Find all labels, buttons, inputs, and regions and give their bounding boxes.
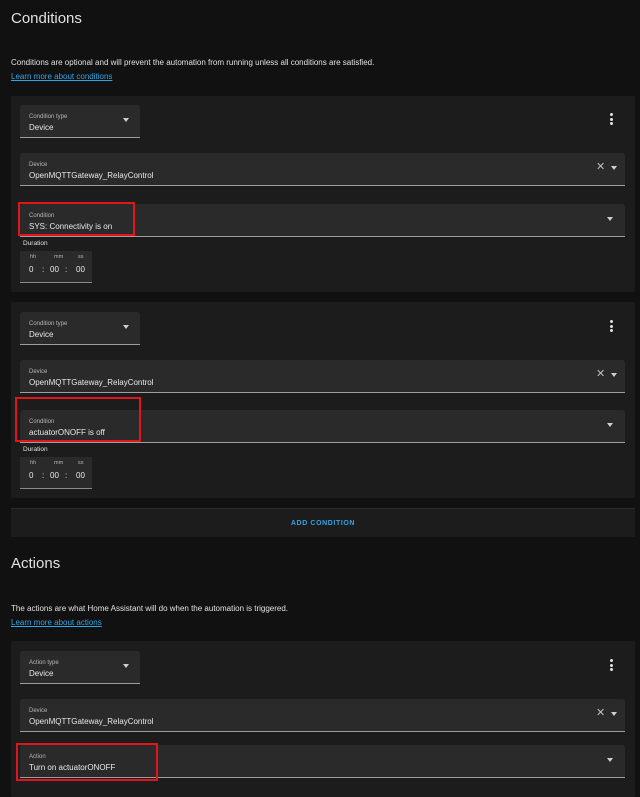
- device-select[interactable]: Device OpenMQTTGateway_RelayControl ✕: [20, 153, 625, 186]
- condition-select[interactable]: Condition actuatorONOFF is off: [20, 410, 625, 443]
- action-value: Turn on actuatorONOFF: [29, 763, 116, 772]
- condition-value: actuatorONOFF is off: [29, 428, 105, 437]
- add-condition-button[interactable]: ADD CONDITION: [11, 520, 635, 527]
- close-icon[interactable]: ✕: [596, 369, 605, 380]
- condition-label: Condition: [29, 213, 55, 219]
- hours-value[interactable]: 0: [29, 265, 33, 274]
- condition-select[interactable]: Condition SYS: Connectivity is on: [20, 204, 625, 237]
- ss-label: ss: [78, 460, 84, 466]
- mm-label: mm: [54, 254, 64, 260]
- minutes-value[interactable]: 00: [50, 471, 59, 480]
- add-condition-bar: ADD CONDITION: [11, 508, 635, 537]
- duration-input[interactable]: hh mm ss 0 : 00 : 00: [20, 457, 92, 489]
- dots-vertical-icon[interactable]: [610, 113, 614, 126]
- chevron-down-icon[interactable]: [611, 712, 617, 716]
- duration-input[interactable]: hh mm ss 0 : 00 : 00: [20, 251, 92, 283]
- time-separator: :: [42, 265, 45, 274]
- chevron-down-icon: [123, 118, 129, 122]
- ss-label: ss: [78, 254, 84, 260]
- close-icon[interactable]: ✕: [596, 708, 605, 719]
- seconds-value[interactable]: 00: [76, 265, 85, 274]
- hh-label: hh: [30, 460, 37, 466]
- dots-vertical-icon[interactable]: [610, 659, 614, 672]
- mm-label: mm: [54, 460, 64, 466]
- action-type-label: Action type: [29, 660, 59, 666]
- time-separator: :: [42, 471, 45, 480]
- condition-card-2: Condition type Device Device OpenMQTTGat…: [11, 302, 635, 498]
- chevron-down-icon: [123, 325, 129, 329]
- condition-type-select[interactable]: Condition type Device: [20, 312, 140, 345]
- actions-title: Actions: [11, 555, 61, 572]
- chevron-down-icon[interactable]: [607, 217, 613, 221]
- device-label: Device: [29, 708, 48, 714]
- conditions-title: Conditions: [11, 10, 82, 27]
- chevron-down-icon[interactable]: [611, 166, 617, 170]
- device-value: OpenMQTTGateway_RelayControl: [29, 717, 154, 726]
- close-icon[interactable]: ✕: [596, 162, 605, 173]
- condition-type-value: Device: [29, 330, 54, 339]
- duration-label: Duration: [23, 240, 48, 247]
- condition-card-1: Condition type Device Device OpenMQTTGat…: [11, 96, 635, 292]
- condition-type-label: Condition type: [29, 321, 68, 327]
- conditions-intro: Conditions are optional and will prevent…: [11, 58, 375, 67]
- condition-value: SYS: Connectivity is on: [29, 222, 113, 231]
- time-separator: :: [65, 471, 68, 480]
- condition-type-select[interactable]: Condition type Device: [20, 105, 140, 138]
- hh-label: hh: [30, 254, 37, 260]
- duration-label: Duration: [23, 446, 48, 453]
- chevron-down-icon: [123, 664, 129, 668]
- action-select[interactable]: Action Turn on actuatorONOFF: [20, 745, 625, 778]
- device-label: Device: [29, 162, 48, 168]
- chevron-down-icon[interactable]: [611, 373, 617, 377]
- action-type-select[interactable]: Action type Device: [20, 651, 140, 684]
- action-card-1: Action type Device Device OpenMQTTGatewa…: [11, 641, 635, 797]
- condition-type-label: Condition type: [29, 114, 68, 120]
- action-type-value: Device: [29, 669, 54, 678]
- learn-more-conditions-link[interactable]: Learn more about conditions: [11, 72, 112, 81]
- minutes-value[interactable]: 00: [50, 265, 59, 274]
- device-value: OpenMQTTGateway_RelayControl: [29, 171, 154, 180]
- device-select[interactable]: Device OpenMQTTGateway_RelayControl ✕: [20, 699, 625, 732]
- seconds-value[interactable]: 00: [76, 471, 85, 480]
- action-label: Action: [29, 754, 46, 760]
- condition-label: Condition: [29, 419, 55, 425]
- device-select[interactable]: Device OpenMQTTGateway_RelayControl ✕: [20, 360, 625, 393]
- learn-more-actions-link[interactable]: Learn more about actions: [11, 618, 102, 627]
- hours-value[interactable]: 0: [29, 471, 33, 480]
- device-label: Device: [29, 369, 48, 375]
- dots-vertical-icon[interactable]: [610, 320, 614, 333]
- device-value: OpenMQTTGateway_RelayControl: [29, 378, 154, 387]
- actions-intro: The actions are what Home Assistant will…: [11, 604, 289, 613]
- condition-type-value: Device: [29, 123, 54, 132]
- time-separator: :: [65, 265, 68, 274]
- chevron-down-icon[interactable]: [607, 758, 613, 762]
- chevron-down-icon[interactable]: [607, 423, 613, 427]
